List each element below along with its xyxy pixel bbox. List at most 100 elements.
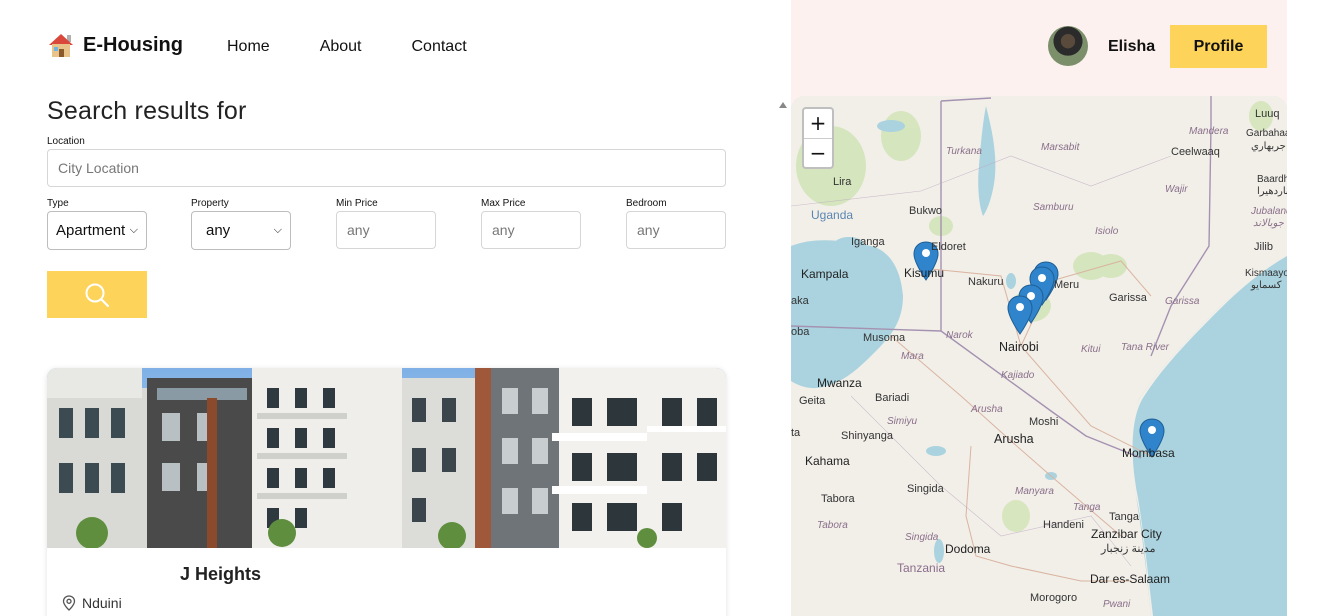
- map-label: Nakuru: [968, 276, 1004, 288]
- map-label: Geita: [799, 395, 826, 407]
- map-label: Arusha: [971, 404, 1003, 415]
- map-label: Kajiado: [1001, 370, 1035, 381]
- page: E-Housing Home About Contact Elisha Prof…: [0, 0, 1335, 616]
- map-label: Uganda: [811, 208, 854, 222]
- map-label: Garissa: [1165, 296, 1200, 307]
- scroll-up-arrow[interactable]: [779, 102, 787, 108]
- map-label: Samburu: [1033, 202, 1074, 213]
- map-label: Ceelwaaq: [1171, 146, 1220, 158]
- map-label: Garissa: [1109, 292, 1147, 304]
- location-input[interactable]: [47, 149, 726, 187]
- map-label: مدينة زنجبار: [1101, 543, 1156, 555]
- house-icon: [49, 34, 73, 57]
- map-label: Simiyu: [887, 416, 918, 427]
- map-label: جربهاري: [1251, 141, 1286, 152]
- map-zoom-control: + −: [802, 107, 834, 169]
- map-label: Pwani: [1103, 599, 1131, 610]
- map[interactable]: Turkana Marsabit Mandera Luuq Garbahaare…: [791, 96, 1287, 616]
- map-label: جوبالاند: [1253, 218, 1284, 229]
- map-label: Wajir: [1165, 184, 1188, 195]
- type-label: Type: [47, 198, 69, 209]
- map-label: Tanga: [1073, 502, 1101, 513]
- profile-button[interactable]: Profile: [1170, 25, 1267, 68]
- map-label: aka: [791, 295, 809, 307]
- map-label: Narok: [946, 330, 973, 341]
- map-label: Lira: [833, 176, 852, 188]
- brand-logo[interactable]: E-Housing: [47, 32, 183, 58]
- map-label: Singida: [905, 532, 939, 543]
- map-label: Bukwo: [909, 205, 943, 217]
- map-label: Meru: [1054, 279, 1080, 291]
- map-pin-icon: [62, 595, 76, 611]
- zoom-out-button[interactable]: −: [804, 138, 832, 167]
- map-label: Turkana: [946, 146, 982, 157]
- map-label: Tanga: [1109, 511, 1139, 523]
- map-label: Jilib: [1254, 241, 1273, 253]
- map-label: Garbahaarey: [1246, 128, 1287, 139]
- nav-contact[interactable]: Contact: [412, 38, 467, 56]
- property-select-value: any: [206, 222, 231, 239]
- listing-title: J Heights: [180, 564, 262, 584]
- brand-name: E-Housing: [83, 33, 183, 56]
- map-label: Kahama: [805, 454, 850, 468]
- map-label: Manyara: [1015, 486, 1054, 497]
- listing-image: [47, 368, 726, 548]
- type-select[interactable]: Apartment ⌵: [47, 211, 147, 250]
- listing-location-text: Nduini: [82, 595, 122, 611]
- chevron-down-icon: ⌵: [129, 224, 138, 236]
- search-icon: [85, 283, 110, 307]
- page-title: Search results for: [47, 97, 247, 125]
- map-label: Kismaayo: [1245, 268, 1287, 279]
- map-label: Musoma: [863, 332, 906, 344]
- map-tiles: [791, 96, 1287, 616]
- map-label: Mombasa: [1122, 446, 1175, 460]
- map-label: Mwanza: [817, 376, 862, 390]
- map-label: Bariadi: [875, 392, 910, 404]
- map-label: Tabora: [821, 493, 855, 505]
- map-label: oba: [791, 326, 810, 338]
- map-label: Tabora: [817, 520, 848, 531]
- search-button[interactable]: [47, 271, 147, 318]
- main-nav: Home About Contact: [227, 38, 467, 56]
- map-label: Morogoro: [1030, 592, 1078, 604]
- map-label: باردهيرا: [1257, 186, 1287, 197]
- map-label: Tana River: [1121, 342, 1169, 353]
- bedroom-label: Bedroom: [626, 198, 667, 209]
- map-label: Dar es-Salaam: [1090, 572, 1171, 586]
- map-label: Marsabit: [1041, 142, 1080, 153]
- map-label: Singida: [907, 483, 944, 495]
- listing-location: Nduini: [62, 595, 122, 611]
- property-select[interactable]: any ⌵: [191, 211, 291, 250]
- zoom-in-button[interactable]: +: [804, 109, 832, 139]
- map-label: كسمايو: [1251, 280, 1282, 291]
- map-marker[interactable]: [1007, 295, 1033, 335]
- map-label: Baardhere: [1257, 174, 1287, 185]
- property-label: Property: [191, 198, 229, 209]
- map-label: Kitui: [1081, 344, 1101, 355]
- map-label: Mandera: [1189, 126, 1229, 137]
- map-label: Nairobi: [999, 340, 1039, 354]
- chevron-down-icon: ⌵: [273, 224, 282, 236]
- map-label: Mara: [901, 351, 924, 362]
- map-label: Arusha: [994, 432, 1034, 446]
- map-label: Shinyanga: [841, 430, 893, 442]
- map-label: Dodoma: [945, 542, 991, 556]
- map-label: Kisumu: [904, 266, 945, 280]
- min-price-label: Min Price: [336, 198, 378, 209]
- nav-about[interactable]: About: [320, 38, 362, 56]
- max-price-input[interactable]: [481, 211, 581, 249]
- map-label: Luuq: [1255, 108, 1280, 120]
- map-label: Iganga: [851, 236, 885, 248]
- map-label: Zanzibar City: [1091, 527, 1162, 541]
- user-name: Elisha: [1108, 38, 1156, 55]
- map-label: Kampala: [801, 267, 849, 281]
- avatar[interactable]: [1048, 26, 1088, 66]
- bedroom-input[interactable]: [626, 211, 726, 249]
- listing-card[interactable]: [47, 368, 726, 616]
- nav-home[interactable]: Home: [227, 38, 270, 56]
- location-label: Location: [47, 136, 85, 147]
- map-label: ta: [791, 427, 801, 439]
- map-label: Eldoret: [931, 241, 966, 253]
- map-label: Jubaland: [1251, 206, 1287, 217]
- min-price-input[interactable]: [336, 211, 436, 249]
